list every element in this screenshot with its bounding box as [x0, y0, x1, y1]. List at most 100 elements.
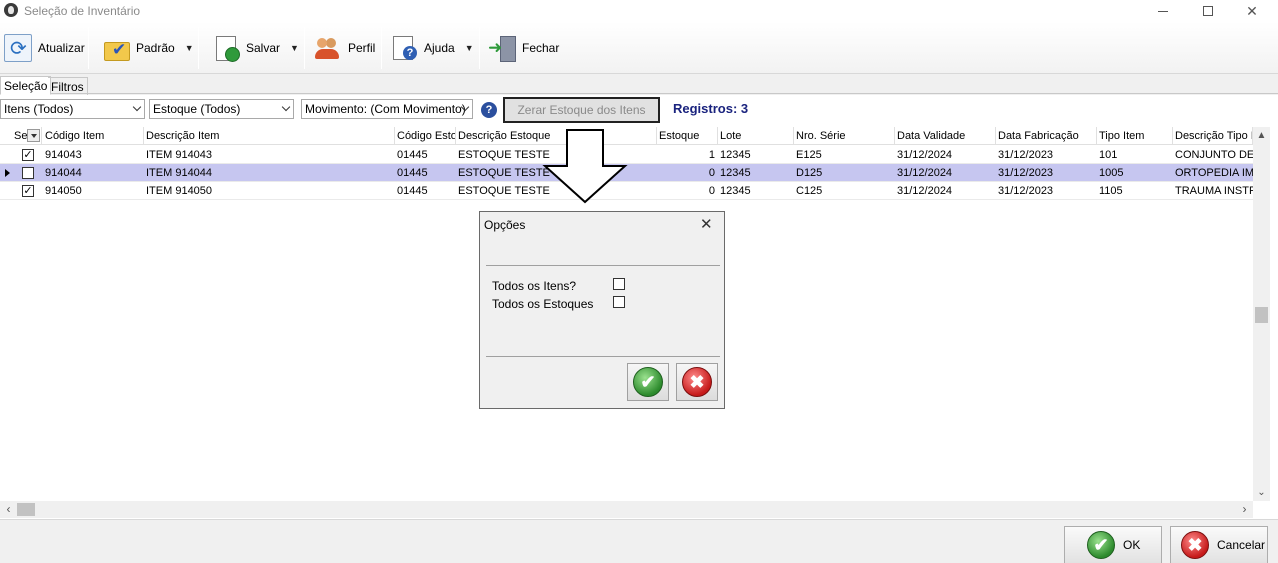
perfil-button[interactable]: Perfil	[314, 29, 375, 67]
todos-estoques-checkbox[interactable]	[613, 296, 625, 308]
horizontal-scrollbar[interactable]: ‹ ›	[0, 501, 1253, 518]
cell-data-fabricacao: 31/12/2023	[998, 185, 1054, 197]
col-header-codigo-estoque[interactable]: Código Esto	[395, 127, 456, 145]
col-header-nro-serie[interactable]: Nro. Série	[794, 127, 895, 145]
toolbar-separator	[304, 27, 305, 69]
itens-combo[interactable]: Itens (Todos)	[0, 99, 145, 119]
maximize-icon	[1203, 6, 1213, 16]
cell-descricao-tipo: ORTOPEDIA IMP	[1175, 167, 1253, 179]
cell-data-fabricacao: 31/12/2023	[998, 149, 1054, 161]
todos-itens-checkbox[interactable]	[613, 278, 625, 290]
ajuda-button[interactable]: Ajuda ▼	[390, 29, 474, 67]
dialog-divider	[486, 265, 720, 266]
app-icon	[4, 3, 18, 17]
salvar-label: Salvar	[246, 41, 281, 55]
table-row[interactable]: ✓ 914050 ITEM 914050 01445 ESTOQUE TESTE…	[0, 182, 1270, 200]
scroll-down-icon[interactable]: ⌄	[1253, 484, 1270, 501]
itens-combo-value: Itens (Todos)	[4, 102, 74, 116]
cell-tipo-item: 101	[1099, 149, 1118, 161]
check-circle-icon: ✔	[633, 367, 663, 397]
close-window-button[interactable]: ✕	[1229, 0, 1275, 22]
salvar-dropdown-icon[interactable]: ▼	[290, 43, 299, 53]
dialog-cancel-button[interactable]: ✖	[676, 363, 718, 401]
row-indicator-icon	[5, 169, 10, 177]
movimento-combo-value: Movimento: (Com Movimento)	[305, 102, 466, 116]
opcoes-dialog: Opções ✕ Todos os Itens? Todos os Estoqu…	[479, 211, 725, 409]
atualizar-button[interactable]: Atualizar	[4, 29, 85, 67]
cell-estoque: 1	[708, 149, 715, 161]
col-header-descricao-tipo[interactable]: Descrição Tipo I	[1173, 127, 1253, 145]
estoque-combo-value: Estoque (Todos)	[153, 102, 241, 116]
minimize-button[interactable]	[1140, 0, 1186, 22]
cell-data-validade: 31/12/2024	[897, 149, 953, 161]
col-header-descricao-item[interactable]: Descrição Item	[144, 127, 395, 145]
scroll-right-icon[interactable]: ›	[1236, 501, 1253, 518]
dialog-close-icon[interactable]: ✕	[700, 215, 713, 233]
cell-descricao-tipo: TRAUMA INSTRU	[1175, 185, 1253, 197]
dialog-title: Opções	[484, 218, 526, 232]
chevron-down-icon	[132, 102, 142, 112]
fechar-button[interactable]: Fechar	[488, 29, 559, 67]
exit-door-icon	[488, 34, 516, 62]
col-header-data-validade[interactable]: Data Validade	[895, 127, 996, 145]
folder-check-icon	[102, 34, 130, 62]
cell-lote: 12345	[720, 167, 751, 179]
row-checkbox[interactable]: ✓	[22, 149, 34, 161]
movimento-combo[interactable]: Movimento: (Com Movimento)	[301, 99, 473, 119]
filter-dropdown-icon[interactable]	[27, 129, 40, 142]
ok-button[interactable]: ✔ OK	[1064, 526, 1162, 563]
toolbar-separator	[479, 27, 480, 69]
padrao-dropdown-icon[interactable]: ▼	[185, 43, 194, 53]
vertical-scrollbar[interactable]: ▲ ⌄	[1253, 127, 1270, 501]
maximize-button[interactable]	[1185, 0, 1231, 22]
table-row[interactable]: ✓ 914043 ITEM 914043 01445 ESTOQUE TESTE…	[0, 146, 1270, 164]
tab-filtros[interactable]: Filtros	[48, 77, 88, 96]
salvar-button[interactable]: Salvar ▼	[212, 29, 299, 67]
row-checkbox[interactable]: ✓	[22, 185, 34, 197]
ajuda-dropdown-icon[interactable]: ▼	[465, 43, 474, 53]
zerar-estoque-button[interactable]: Zerar Estoque dos Itens	[503, 97, 660, 123]
cell-nro-serie: C125	[796, 185, 823, 197]
scroll-up-icon[interactable]: ▲	[1253, 127, 1270, 144]
cell-nro-serie: E125	[796, 149, 822, 161]
vertical-scroll-thumb[interactable]	[1255, 307, 1268, 323]
scroll-left-icon[interactable]: ‹	[0, 501, 17, 518]
tab-selecao[interactable]: Seleção	[0, 76, 52, 95]
cell-data-validade: 31/12/2024	[897, 185, 953, 197]
cancelar-button[interactable]: ✖ Cancelar	[1170, 526, 1268, 563]
padrao-button[interactable]: Padrão ▼	[102, 29, 194, 67]
toolbar-separator	[381, 27, 382, 69]
cell-descricao-item: ITEM 914043	[146, 149, 213, 161]
col-header-tipo-item[interactable]: Tipo Item	[1097, 127, 1173, 145]
minimize-icon	[1158, 10, 1168, 12]
table-row-selected[interactable]: 914044 ITEM 914044 01445 ESTOQUE TESTE 0…	[0, 164, 1270, 182]
window-title: Seleção de Inventário	[24, 4, 141, 18]
close-icon: ✕	[1246, 2, 1258, 19]
col-header-estoque[interactable]: Estoque	[657, 127, 718, 145]
todos-itens-label: Todos os Itens?	[492, 279, 577, 293]
dialog-divider	[486, 356, 720, 357]
col-header-lote[interactable]: Lote	[718, 127, 794, 145]
ok-label: OK	[1123, 538, 1141, 552]
cell-descricao-tipo: CONJUNTO DE I	[1175, 149, 1253, 161]
cell-codigo-estoque: 01445	[397, 149, 428, 161]
bottom-bar: ✔ OK ✖ Cancelar	[0, 519, 1278, 563]
cell-lote: 12345	[720, 149, 751, 161]
cell-descricao-item: ITEM 914044	[146, 167, 213, 179]
col-header-codigo-item[interactable]: Código Item	[43, 127, 144, 145]
grid-header: Se Código Item Descrição Item Código Est…	[0, 127, 1270, 145]
col-header-data-fabricacao[interactable]: Data Fabricação	[996, 127, 1097, 145]
toolbar-separator	[198, 27, 199, 69]
tab-strip: Seleção Filtros	[0, 74, 1278, 96]
horizontal-scroll-thumb[interactable]	[17, 503, 35, 516]
estoque-combo[interactable]: Estoque (Todos)	[149, 99, 294, 119]
cell-estoque: 0	[708, 185, 715, 197]
row-checkbox[interactable]	[22, 167, 34, 179]
dialog-confirm-button[interactable]: ✔	[627, 363, 669, 401]
cell-estoque: 0	[708, 167, 715, 179]
cell-nro-serie: D125	[796, 167, 823, 179]
todos-estoques-label: Todos os Estoques	[492, 297, 594, 311]
help-icon[interactable]: ?	[481, 102, 497, 118]
ajuda-label: Ajuda	[424, 41, 455, 55]
atualizar-label: Atualizar	[38, 41, 85, 55]
